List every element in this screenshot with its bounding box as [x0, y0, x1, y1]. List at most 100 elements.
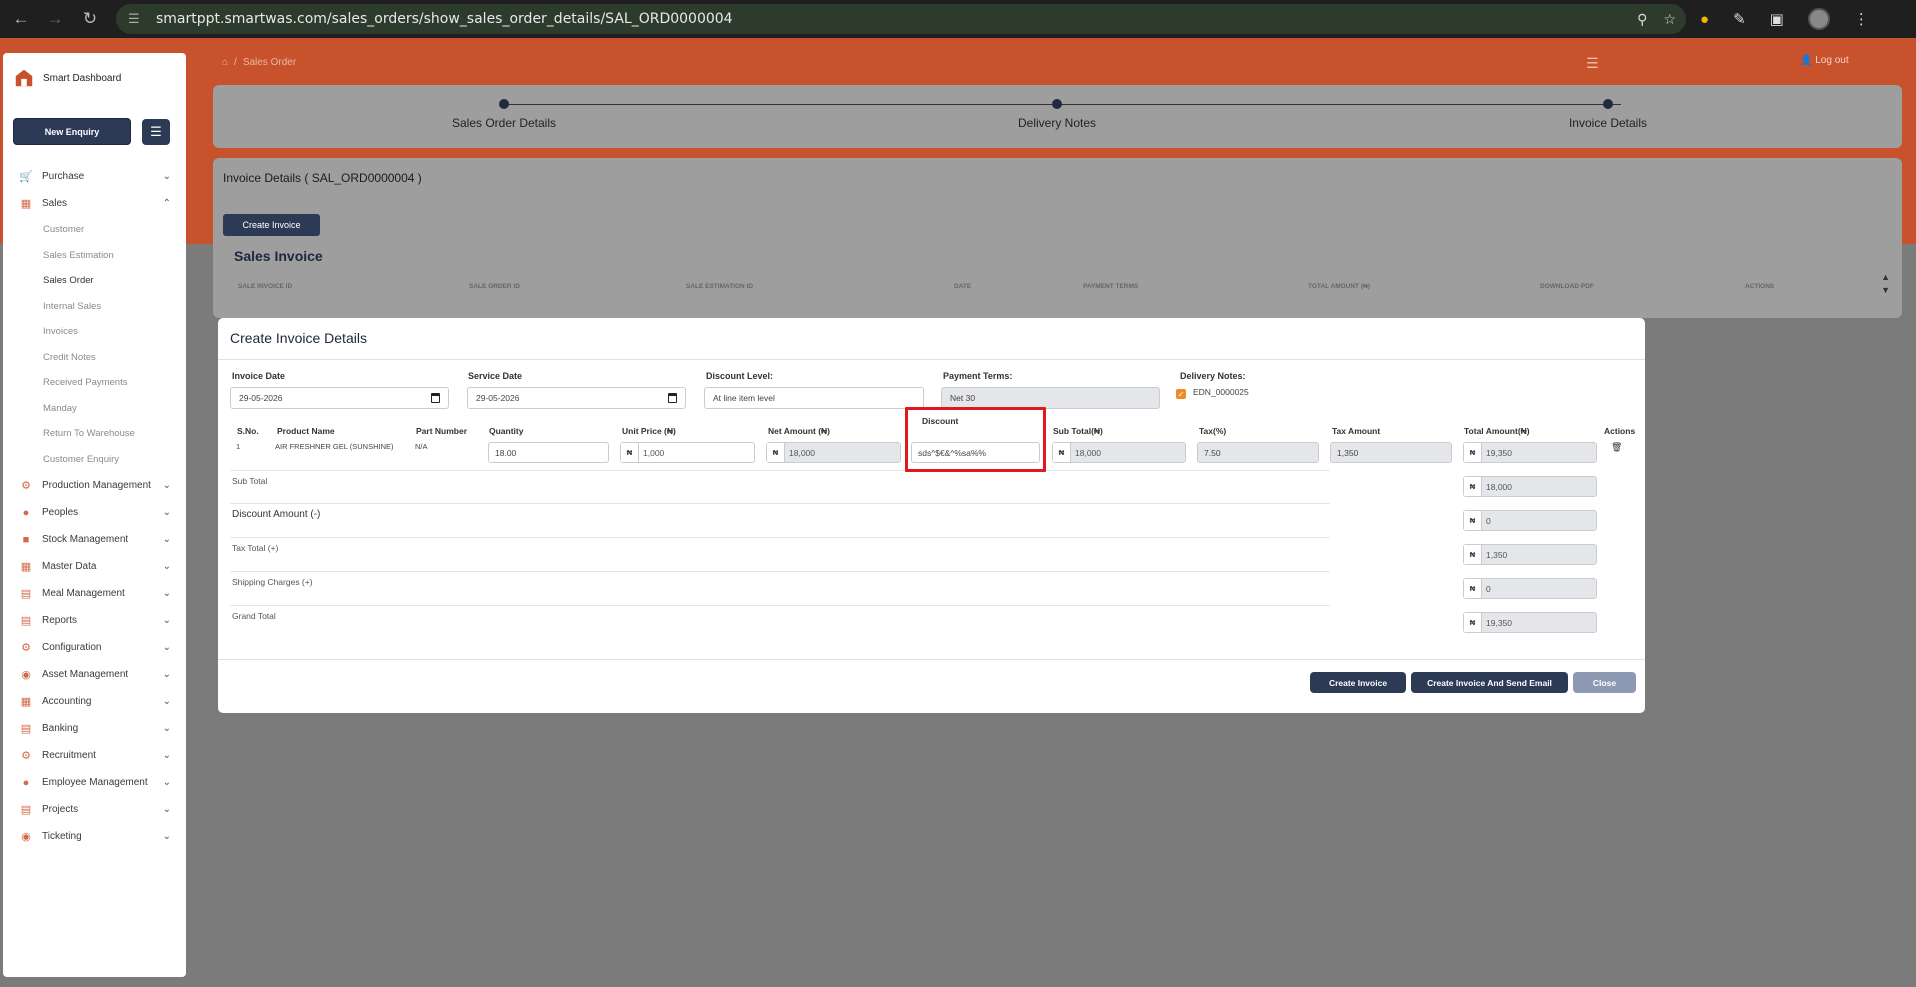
site-info-icon[interactable]: ☰ — [128, 11, 146, 27]
sidebar-item-label: Projects — [42, 804, 79, 815]
sidebar-item-stock-management[interactable]: ■ Stock Management ⌄ — [3, 526, 186, 553]
sidebar-item-employee-management[interactable]: ● Employee Management ⌄ — [3, 769, 186, 796]
sidebar-item-production-management[interactable]: ⚙ Production Management ⌄ — [3, 472, 186, 499]
column-header-quantity: Quantity — [489, 426, 524, 436]
browser-toolbar: ← → ↻ ☰ smartppt.smartwas.com/sales_orde… — [0, 0, 1916, 38]
discount-highlight-box — [905, 407, 1046, 472]
sidebar-item-configuration[interactable]: ⚙ Configuration ⌄ — [3, 634, 186, 661]
row-part-number: N/A — [415, 442, 428, 451]
sidebar-item-peoples[interactable]: ● Peoples ⌄ — [3, 499, 186, 526]
step-dot[interactable] — [1052, 99, 1062, 109]
zoom-icon[interactable]: ⚲ — [1637, 11, 1647, 28]
summary-tax-field[interactable]: ₦ 1,350 — [1463, 544, 1597, 565]
sidebar-subitem-customer-enquiry[interactable]: Customer Enquiry — [3, 447, 186, 473]
sidebar-item-meal-management[interactable]: ▤ Meal Management ⌄ — [3, 580, 186, 607]
sidebar-subitem-manday[interactable]: Manday — [3, 396, 186, 422]
scroll-arrows[interactable]: ▲ ▼ — [1881, 271, 1890, 297]
service-date-field[interactable]: 29-05-2026 — [467, 387, 686, 409]
address-bar[interactable]: ☰ smartppt.smartwas.com/sales_orders/sho… — [116, 4, 1686, 34]
step-dot[interactable] — [1603, 99, 1613, 109]
chevron-down-icon: ⌄ — [162, 804, 171, 815]
new-enquiry-button[interactable]: New Enquiry — [13, 118, 131, 145]
sidebar-item-projects[interactable]: ▤ Projects ⌄ — [3, 796, 186, 823]
menu-toggle-button[interactable]: ☰ — [142, 119, 170, 145]
quantity-input[interactable]: 18.00 — [488, 442, 609, 463]
summary-shipping-field[interactable]: ₦ 0 — [1463, 578, 1597, 599]
payment-terms-value: Net 30 — [950, 393, 976, 403]
invoice-date-field[interactable]: 29-05-2026 — [230, 387, 449, 409]
logout-link[interactable]: 👤 Log out — [1800, 55, 1849, 66]
sidebar-item-sales[interactable]: ▦ Sales ⌃ — [3, 190, 186, 217]
calendar-icon[interactable] — [431, 393, 440, 403]
sidebar-item-reports[interactable]: ▤ Reports ⌄ — [3, 607, 186, 634]
brand[interactable]: Smart Dashboard — [13, 67, 121, 89]
unit-price-input[interactable]: ₦ 1,000 — [620, 442, 755, 463]
step-delivery-notes[interactable]: Delivery Notes — [1018, 116, 1096, 130]
extension-badge-icon[interactable]: ● — [1700, 11, 1709, 28]
step-sales-order-details[interactable]: Sales Order Details — [452, 116, 556, 130]
sidebar-item-ticketing[interactable]: ◉ Ticketing ⌄ — [3, 823, 186, 850]
stock-icon: ■ — [22, 533, 30, 546]
step-dot[interactable] — [499, 99, 509, 109]
trash-icon[interactable]: 🗑 — [1611, 442, 1622, 453]
divider — [230, 605, 1330, 606]
bookmark-star-icon[interactable]: ☆ — [1663, 11, 1676, 28]
brand-name: Smart Dashboard — [43, 72, 122, 84]
sidebar-item-accounting[interactable]: ▦ Accounting ⌄ — [3, 688, 186, 715]
reload-icon[interactable]: ↻ — [79, 8, 101, 30]
tax-amount-field[interactable]: 1,350 — [1330, 442, 1452, 463]
cast-icon[interactable]: ▣ — [1770, 10, 1784, 28]
sidebar-item-master-data[interactable]: ▦ Master Data ⌄ — [3, 553, 186, 580]
summary-grand-total-field[interactable]: ₦ 19,350 — [1463, 612, 1597, 633]
sidebar-subitem-sales-estimation[interactable]: Sales Estimation — [3, 243, 186, 269]
column-header: SALE ESTIMATION ID — [686, 283, 754, 290]
discount-level-select[interactable]: At line item level — [704, 387, 924, 409]
step-invoice-details[interactable]: Invoice Details — [1569, 116, 1647, 130]
divider — [230, 470, 1330, 471]
sub-total-field[interactable]: ₦ 18,000 — [1052, 442, 1186, 463]
invoice-date-label: Invoice Date — [232, 371, 286, 381]
sidebar-subitem-sales-order[interactable]: Sales Order — [3, 268, 186, 294]
sidebar-subitem-customer[interactable]: Customer — [3, 217, 186, 243]
divider — [230, 571, 1330, 572]
payment-terms-field[interactable]: Net 30 — [941, 387, 1160, 409]
create-invoice-button[interactable]: Create Invoice — [223, 214, 320, 236]
total-amount-field[interactable]: ₦ 19,350 — [1463, 442, 1597, 463]
progress-stepper: Sales Order Details Delivery Notes Invoi… — [213, 85, 1902, 148]
summary-discount-field[interactable]: ₦ 0 — [1463, 510, 1597, 531]
home-icon[interactable]: ⌂ — [222, 57, 228, 68]
create-invoice-button[interactable]: Create Invoice — [1310, 672, 1406, 693]
stepper-line — [503, 104, 1621, 105]
sidebar-item-banking[interactable]: ▤ Banking ⌄ — [3, 715, 186, 742]
factory-icon: ⚙ — [21, 480, 31, 492]
chevron-down-icon: ⌄ — [162, 615, 171, 626]
sidebar-subitem-return-to-warehouse[interactable]: Return To Warehouse — [3, 421, 186, 447]
sidebar-subitem-internal-sales[interactable]: Internal Sales — [3, 294, 186, 320]
column-header-total-amount: Total Amount(₦) — [1464, 426, 1530, 436]
net-amount-field[interactable]: ₦ 18,000 — [766, 442, 901, 463]
sidebar-item-asset-management[interactable]: ◉ Asset Management ⌄ — [3, 661, 186, 688]
sidebar-item-label: Stock Management — [42, 534, 129, 545]
summary-discount-value: 0 — [1486, 515, 1491, 526]
column-header: DOWNLOAD PDF — [1540, 283, 1594, 290]
sidebar-item-recruitment[interactable]: ⚙ Recruitment ⌄ — [3, 742, 186, 769]
hamburger-menu-icon[interactable]: ☰ — [1586, 55, 1599, 72]
sidebar-subitem-invoices[interactable]: Invoices — [3, 319, 186, 345]
breadcrumb-current[interactable]: Sales Order — [243, 57, 296, 68]
extensions-icon[interactable]: ✎ — [1733, 10, 1746, 28]
sidebar-subitem-received-payments[interactable]: Received Payments — [3, 370, 186, 396]
tax-pct-field[interactable]: 7.50 — [1197, 442, 1319, 463]
forward-icon[interactable]: → — [44, 8, 66, 30]
browser-menu-icon[interactable]: ⋮ — [1854, 10, 1869, 28]
calendar-icon[interactable] — [668, 393, 677, 403]
close-button[interactable]: Close — [1573, 672, 1636, 693]
profile-avatar[interactable] — [1807, 8, 1830, 30]
delivery-note-checkbox[interactable]: ✓ — [1176, 389, 1186, 399]
create-invoice-send-email-button[interactable]: Create Invoice And Send Email — [1411, 672, 1568, 693]
sidebar-subitem-credit-notes[interactable]: Credit Notes — [3, 345, 186, 371]
total-amount-value: 19,350 — [1486, 447, 1512, 458]
summary-sub-total-field[interactable]: ₦ 18,000 — [1463, 476, 1597, 497]
cart-icon: 🛒 — [19, 171, 33, 183]
back-icon[interactable]: ← — [10, 8, 32, 30]
sidebar-item-purchase[interactable]: 🛒 Purchase ⌄ — [3, 163, 186, 190]
